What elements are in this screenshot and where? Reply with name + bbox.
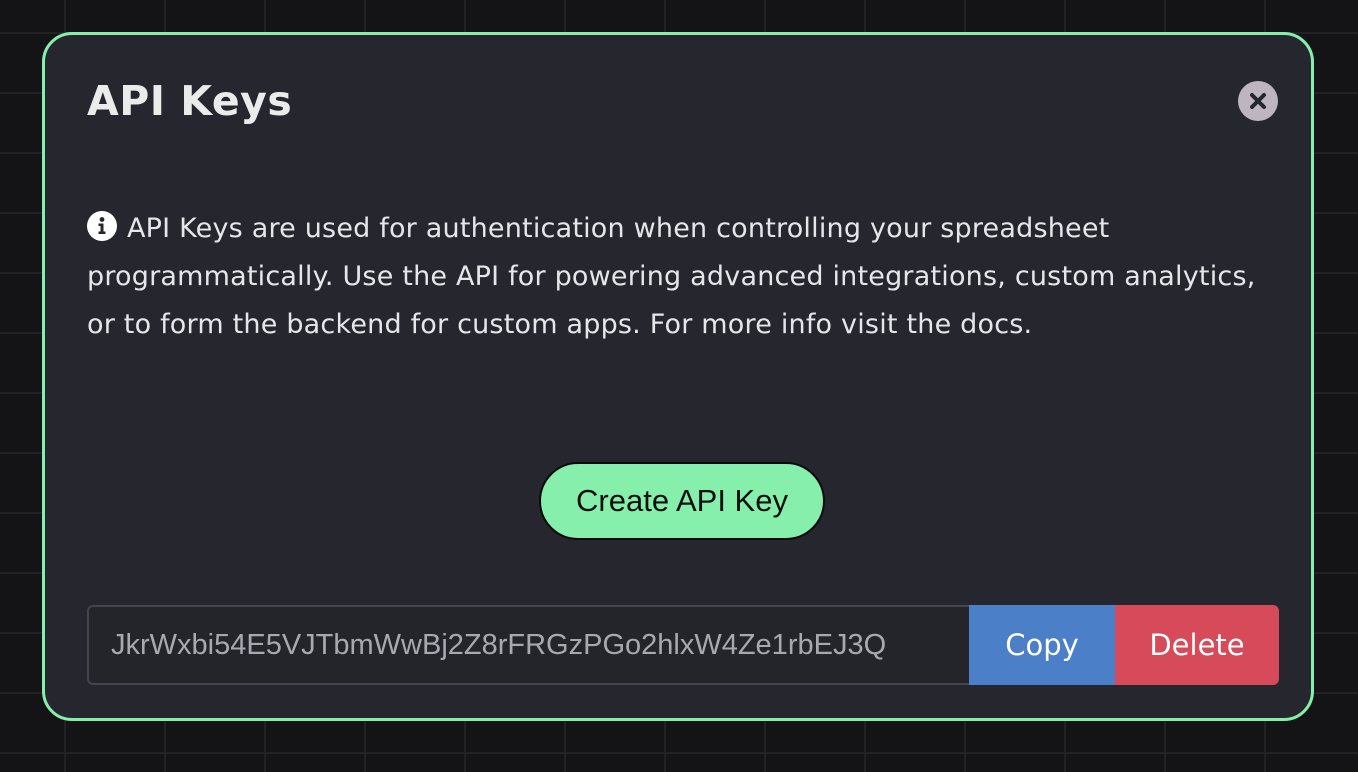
info-icon <box>87 211 117 241</box>
api-key-row: Copy Delete <box>87 605 1279 685</box>
close-icon <box>1250 93 1266 109</box>
create-api-key-button[interactable]: Create API Key <box>539 462 825 540</box>
close-button[interactable] <box>1238 81 1278 121</box>
delete-button[interactable]: Delete <box>1115 605 1279 685</box>
api-keys-modal: API Keys API Keys are used for authentic… <box>42 32 1314 721</box>
info-description: API Keys are used for authentication whe… <box>87 205 1257 349</box>
modal-title: API Keys <box>87 77 293 125</box>
info-text: API Keys are used for authentication whe… <box>87 213 1256 340</box>
api-key-field[interactable] <box>87 605 969 685</box>
copy-button[interactable]: Copy <box>969 605 1115 685</box>
